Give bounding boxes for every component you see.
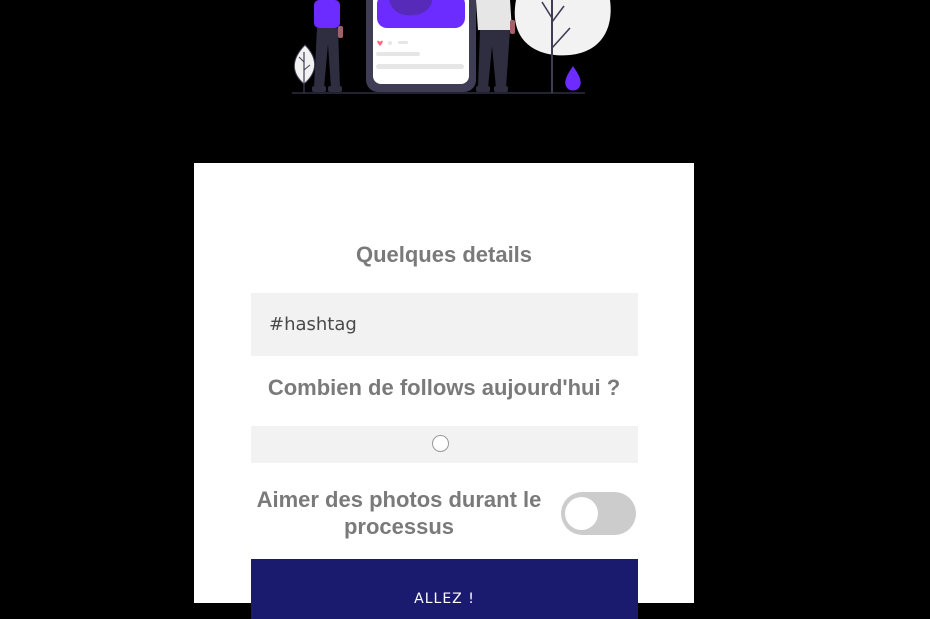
follows-slider[interactable] — [251, 426, 638, 463]
phone-illustration — [366, 0, 476, 92]
drop-icon — [565, 66, 581, 91]
settings-card: Quelques details Combien de follows aujo… — [194, 163, 694, 619]
tree-illustration — [514, 0, 611, 93]
follows-title: Combien de follows aujourd'hui ? — [267, 375, 621, 400]
like-photos-label: Aimer des photos durant le processus — [256, 487, 542, 539]
person-figure — [476, 0, 515, 92]
hero-illustration — [292, 0, 611, 94]
hashtag-input[interactable] — [251, 293, 638, 356]
leaf-icon — [293, 44, 316, 93]
details-title: Quelques details — [355, 242, 533, 267]
like-photos-toggle[interactable] — [561, 492, 636, 535]
slider-thumb[interactable] — [432, 435, 449, 452]
toggle-knob — [565, 497, 598, 530]
person-figure — [312, 0, 343, 92]
submit-button[interactable]: ALLEZ ! — [251, 559, 638, 619]
